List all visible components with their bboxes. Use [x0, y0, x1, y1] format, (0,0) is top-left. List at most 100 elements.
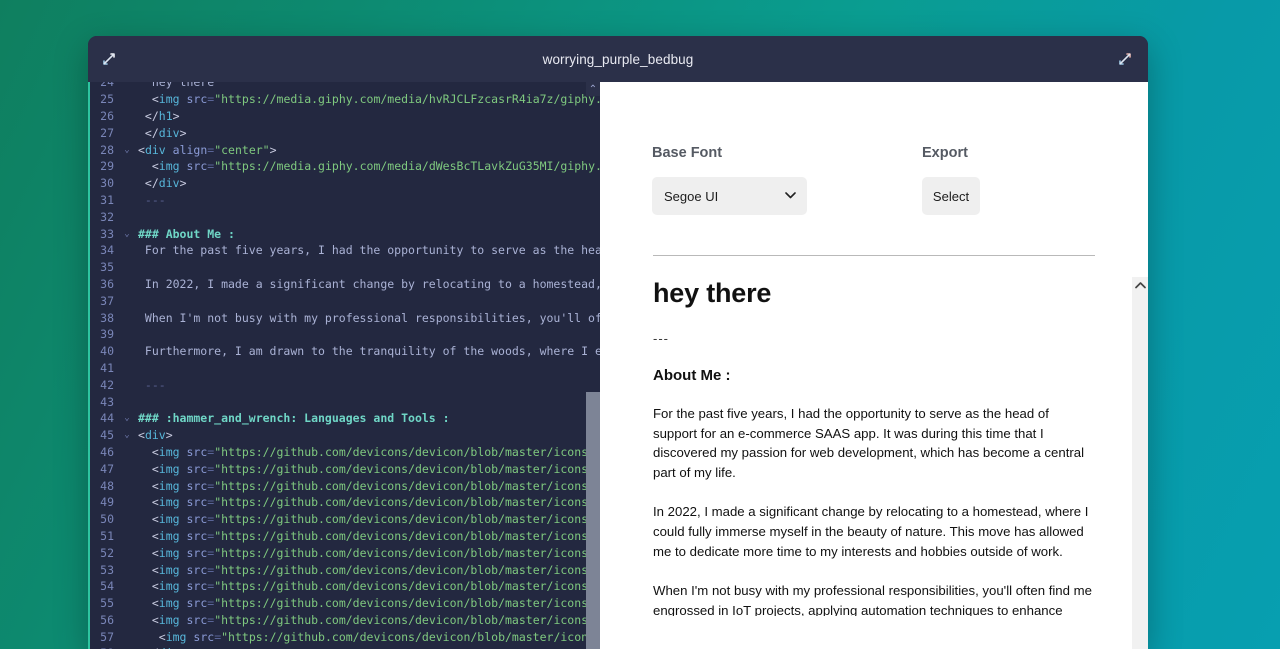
- code-line[interactable]: 25 <img src="https://media.giphy.com/med…: [90, 91, 600, 108]
- code-token: img: [158, 444, 180, 459]
- preview-heading-3: About Me :: [653, 367, 731, 384]
- code-editor-scrollbar[interactable]: ⌃: [586, 82, 600, 649]
- code-text: ---: [134, 378, 166, 392]
- code-token: For the past five years, I had the oppor…: [138, 243, 600, 258]
- line-number: 29: [100, 159, 114, 174]
- code-line[interactable]: 37: [90, 292, 600, 309]
- code-line[interactable]: 33 ⌄ ### About Me :: [90, 225, 600, 242]
- code-token: src: [179, 596, 208, 611]
- export-label: Export: [922, 145, 968, 161]
- code-line[interactable]: 57 <img src="https://github.com/devicons…: [90, 628, 600, 645]
- line-number: 44: [100, 411, 114, 426]
- fold-toggle-icon[interactable]: ⌄: [120, 229, 134, 239]
- code-editor-content[interactable]: 24 hey there 25 <img src="https://media.g…: [90, 82, 600, 649]
- code-token: <: [138, 562, 159, 577]
- line-number: 51: [100, 528, 114, 543]
- code-line[interactable]: 26 </h1>: [90, 108, 600, 125]
- code-token: img: [158, 545, 180, 560]
- code-line[interactable]: 27 </div>: [90, 124, 600, 141]
- preview-heading-1: hey there: [653, 278, 772, 308]
- code-line[interactable]: 51 <img src="https://github.com/devicons…: [90, 528, 600, 545]
- code-token: >: [179, 125, 187, 140]
- line-number: 26: [100, 108, 114, 123]
- fold-toggle-icon[interactable]: ⌄: [120, 145, 134, 155]
- panes-container: 24 hey there 25 <img src="https://media.g…: [88, 82, 1148, 649]
- code-line[interactable]: 38 When I'm not busy with my professiona…: [90, 309, 600, 326]
- code-line[interactable]: 39: [90, 326, 600, 343]
- code-line[interactable]: 48 <img src="https://github.com/devicons…: [90, 477, 600, 494]
- code-line[interactable]: 52 <img src="https://github.com/devicons…: [90, 544, 600, 561]
- code-line[interactable]: 35: [90, 259, 600, 276]
- code-line[interactable]: 29 <img src="https://media.giphy.com/med…: [90, 158, 600, 175]
- fold-toggle-icon[interactable]: ⌄: [120, 413, 134, 423]
- code-text: <img src="https://github.com/devicons/de…: [134, 563, 600, 577]
- code-text: <div align="center">: [134, 143, 277, 157]
- code-text: <img src="https://github.com/devicons/de…: [134, 613, 600, 627]
- code-token: <: [138, 612, 159, 627]
- preview-horizontal-rule: ---: [653, 331, 669, 346]
- scrollbar-thumb[interactable]: [586, 392, 600, 649]
- code-line[interactable]: 55 <img src="https://github.com/devicons…: [90, 595, 600, 612]
- code-line[interactable]: 40 Furthermore, I am drawn to the tranqu…: [90, 343, 600, 360]
- preview-scrollbar[interactable]: [1132, 277, 1148, 649]
- code-text: hey there: [134, 82, 214, 89]
- code-line[interactable]: 56 <img src="https://github.com/devicons…: [90, 612, 600, 629]
- code-token: >: [179, 176, 187, 191]
- preview-paragraph: For the past five years, I had the oppor…: [653, 406, 1085, 480]
- base-font-select[interactable]: Segoe UI: [652, 177, 807, 215]
- code-line[interactable]: 30 </div>: [90, 175, 600, 192]
- code-token: </: [138, 108, 159, 123]
- code-line[interactable]: 49 <img src="https://github.com/devicons…: [90, 494, 600, 511]
- code-line[interactable]: 44 ⌄ ### :hammer_and_wrench: Languages and…: [90, 410, 600, 427]
- scroll-up-icon[interactable]: [1132, 277, 1148, 293]
- code-token: </: [138, 125, 159, 140]
- code-text: <img src="https://github.com/devicons/de…: [134, 546, 600, 560]
- code-line[interactable]: 54 <img src="https://github.com/devicons…: [90, 578, 600, 595]
- code-token: "https://github.com/devicons/devicon/blo…: [214, 528, 600, 543]
- code-token: "https://github.com/devicons/devicon/blo…: [214, 596, 600, 611]
- line-number: 46: [100, 444, 114, 459]
- code-editor-pane[interactable]: 24 hey there 25 <img src="https://media.g…: [88, 82, 600, 649]
- code-line[interactable]: 41: [90, 360, 600, 377]
- code-token: src: [179, 528, 208, 543]
- code-line[interactable]: 53 <img src="https://github.com/devicons…: [90, 561, 600, 578]
- code-token: "https://github.com/devicons/devicon/blo…: [214, 444, 600, 459]
- code-line[interactable]: 34 For the past five years, I had the op…: [90, 242, 600, 259]
- line-number: 47: [100, 461, 114, 476]
- code-line[interactable]: 47 <img src="https://github.com/devicons…: [90, 460, 600, 477]
- fold-toggle-icon[interactable]: ⌄: [120, 430, 134, 440]
- scroll-up-icon[interactable]: ⌃: [586, 82, 600, 96]
- code-token: img: [158, 596, 180, 611]
- code-token: "https://github.com/devicons/devicon/blo…: [214, 478, 600, 493]
- code-text: </div>: [134, 176, 187, 190]
- code-line[interactable]: 32: [90, 208, 600, 225]
- expand-diagonal-icon-left[interactable]: [98, 48, 120, 70]
- code-token: src: [179, 545, 208, 560]
- code-token: align: [165, 142, 208, 157]
- code-line[interactable]: 24 hey there: [90, 82, 600, 91]
- code-line[interactable]: 31 ---: [90, 192, 600, 209]
- code-token: img: [158, 159, 180, 174]
- line-number: 43: [100, 394, 114, 409]
- code-token: src: [179, 478, 208, 493]
- code-line[interactable]: 42 ---: [90, 376, 600, 393]
- code-line[interactable]: 43: [90, 393, 600, 410]
- code-line[interactable]: 36 In 2022, I made a significant change …: [90, 276, 600, 293]
- code-token: div: [158, 176, 180, 191]
- code-token: img: [158, 92, 180, 107]
- expand-diagonal-icon-right[interactable]: [1114, 48, 1136, 70]
- code-line[interactable]: 28 ⌄ <div align="center">: [90, 141, 600, 158]
- window-title: worrying_purple_bedbug: [542, 51, 694, 67]
- export-select-button[interactable]: Select: [922, 177, 980, 215]
- code-line[interactable]: 50 <img src="https://github.com/devicons…: [90, 511, 600, 528]
- code-token: src: [179, 444, 208, 459]
- code-token: img: [158, 562, 180, 577]
- code-token: <: [138, 92, 159, 107]
- code-token: <: [138, 428, 145, 443]
- code-line[interactable]: 46 <img src="https://github.com/devicons…: [90, 444, 600, 461]
- code-token: src: [179, 159, 208, 174]
- code-line[interactable]: 45 ⌄ <div>: [90, 427, 600, 444]
- preview-paragraph: In 2022, I made a significant change by …: [653, 504, 1089, 559]
- code-line[interactable]: 58 </div>: [90, 645, 600, 649]
- code-token: <: [138, 444, 159, 459]
